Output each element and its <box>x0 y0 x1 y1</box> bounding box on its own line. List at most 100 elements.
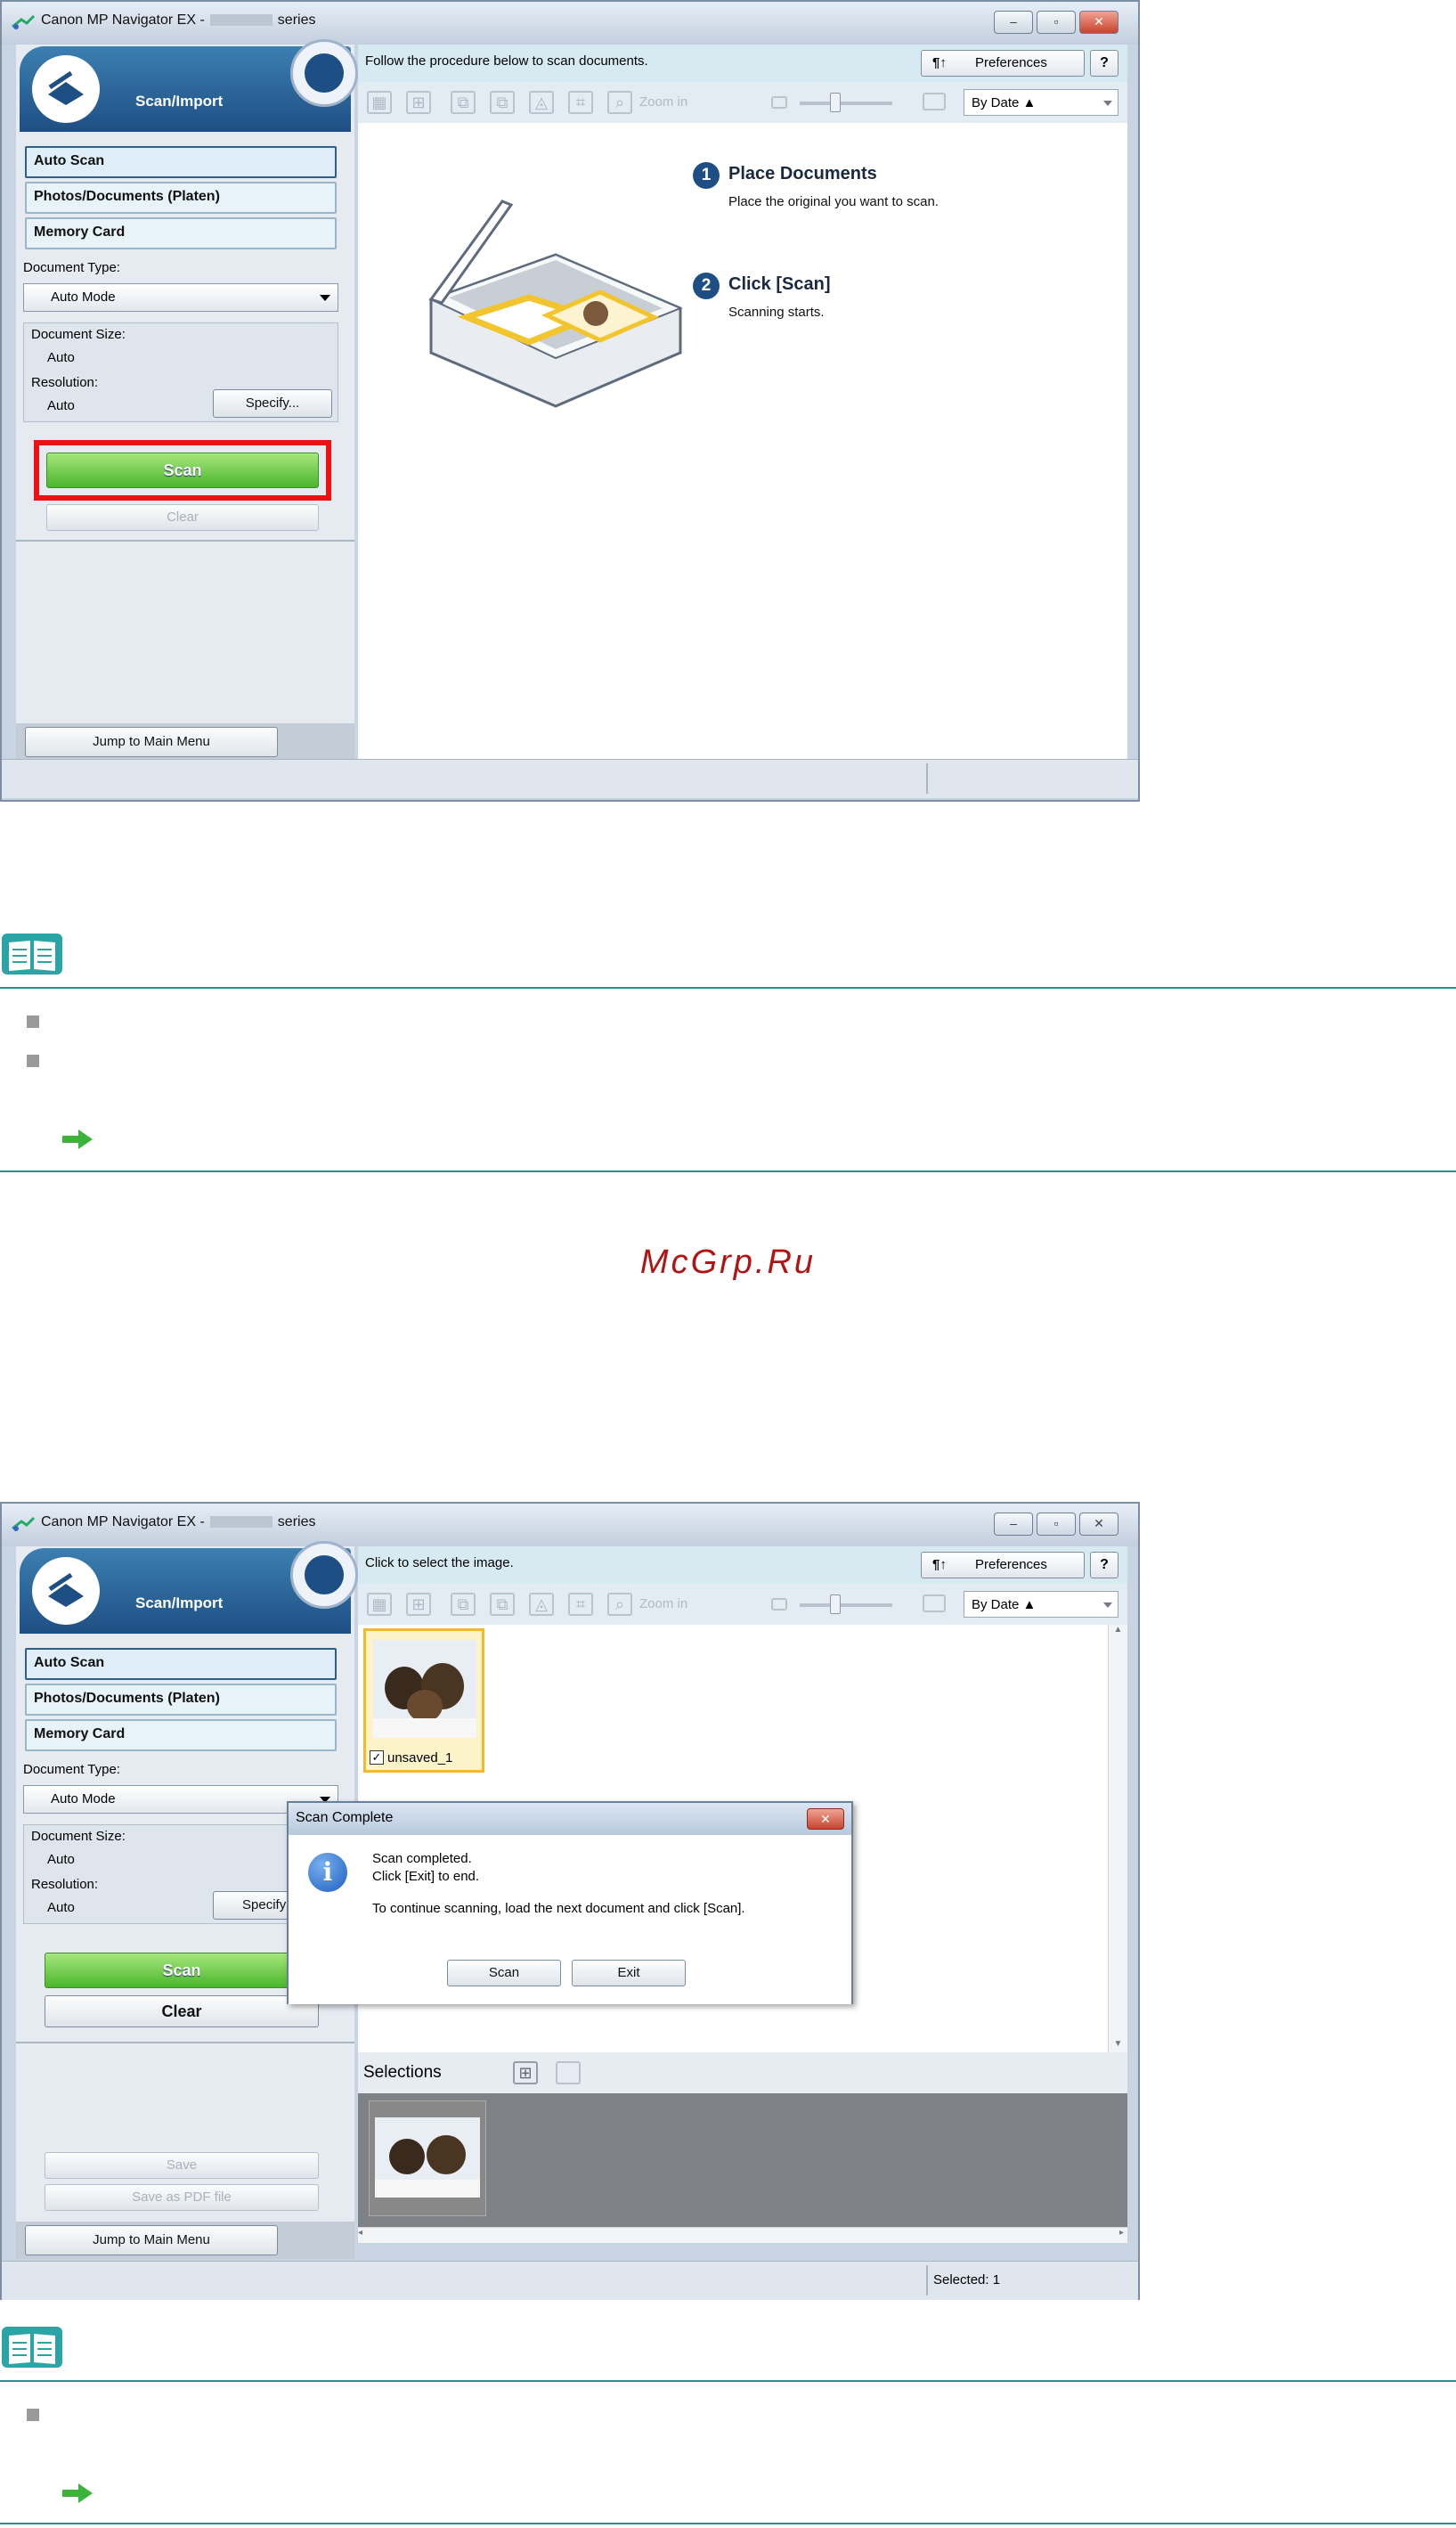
auto-scan-button[interactable]: Auto Scan <box>25 146 337 178</box>
step-2-description: Scanning starts. <box>728 305 825 320</box>
resolution-value: Auto <box>47 398 75 413</box>
document-type-value: Auto Mode <box>51 1791 116 1806</box>
step-1-description: Place the original you want to scan. <box>728 194 939 209</box>
step-2-number: 2 <box>693 273 720 299</box>
scan-button[interactable]: Scan <box>45 1953 319 1988</box>
memory-card-button[interactable]: Memory Card <box>25 1719 337 1751</box>
help-button[interactable]: ? <box>1090 1552 1118 1578</box>
zoom-icon[interactable]: ⌕ <box>607 91 632 114</box>
zoom-icon[interactable]: ⌕ <box>607 1593 632 1616</box>
dialog-close-button[interactable]: ✕ <box>807 1808 844 1830</box>
panel-title: Scan/Import <box>135 1594 224 1611</box>
clear-selection-icon[interactable] <box>556 2061 581 2084</box>
grid-view-icon[interactable]: ⊞ <box>513 2061 538 2084</box>
left-panel: Scan/Import Auto Scan Photos/Documents (… <box>16 39 358 759</box>
slider-handle[interactable] <box>830 93 841 112</box>
save-as-pdf-button[interactable]: Save as PDF file <box>45 2184 319 2211</box>
dialog-scan-button[interactable]: Scan <box>447 1960 561 1986</box>
sort-select[interactable]: By Date ▲ <box>964 1591 1118 1618</box>
scan-settings-box: Document Size: Auto Resolution: Auto Spe… <box>23 322 338 422</box>
note-icon <box>2 934 62 975</box>
document-type-select[interactable]: Auto Mode <box>23 283 338 312</box>
panel-title: Scan/Import <box>135 93 224 110</box>
rotate-left-icon[interactable]: ⧉ <box>451 1593 476 1616</box>
jump-to-main-menu-button[interactable]: Jump to Main Menu <box>25 2225 278 2255</box>
thumbnail-checkbox[interactable]: ✓ <box>370 1750 384 1765</box>
panel-divider <box>16 540 354 542</box>
bullet-icon <box>27 1055 39 1067</box>
horizontal-scrollbar[interactable]: ◂ ▸ <box>358 2227 1127 2243</box>
grid-view-icon[interactable]: ▦ <box>367 91 392 114</box>
selected-thumbnail[interactable] <box>369 2100 486 2216</box>
vertical-scrollbar[interactable]: ▲ ▼ <box>1108 1625 1127 2052</box>
grid-view-icon[interactable]: ▦ <box>367 1593 392 1616</box>
document-size-label: Document Size: <box>31 327 126 342</box>
thumbnail-item[interactable]: ✓ unsaved_1 <box>363 1628 484 1773</box>
document-type-label: Document Type: <box>23 1762 120 1777</box>
crop-icon[interactable]: ⌗ <box>568 1593 593 1616</box>
app-icon <box>12 14 36 29</box>
instruction-bar: Click to select the image. ¶↑ Preferences… <box>358 1546 1127 1584</box>
dialog-line-2: Click [Exit] to end. <box>372 1869 480 1884</box>
dialog-exit-button[interactable]: Exit <box>572 1960 686 1986</box>
globe-icon[interactable] <box>290 1541 358 1609</box>
selections-label: Selections <box>363 2063 442 2082</box>
sort-value: By Date <box>972 1597 1020 1612</box>
rotate-right-icon[interactable]: ⧉ <box>490 91 515 114</box>
app-icon <box>12 1516 36 1531</box>
watermark-text: McGrp.Ru <box>639 1244 817 1281</box>
preferences-button[interactable]: ¶↑ Preferences <box>921 50 1085 77</box>
save-button[interactable]: Save <box>45 2152 319 2179</box>
title-bar: Canon MP Navigator EX - series – ▫ ✕ <box>2 2 1138 45</box>
auto-scan-button[interactable]: Auto Scan <box>25 1648 337 1680</box>
grid-view-alt-icon[interactable]: ⊞ <box>406 91 431 114</box>
mirror-icon[interactable]: ◬ <box>529 1593 554 1616</box>
thumbnail-size-slider[interactable] <box>800 1594 892 1614</box>
rotate-left-icon[interactable]: ⧉ <box>451 91 476 114</box>
status-bar <box>2 759 1138 798</box>
maximize-button[interactable]: ▫ <box>1037 1513 1076 1536</box>
close-button[interactable]: ✕ <box>1079 1513 1118 1536</box>
grid-view-alt-icon[interactable]: ⊞ <box>406 1593 431 1616</box>
help-button[interactable]: ? <box>1090 50 1118 77</box>
sort-asc-icon: ▲ <box>1022 95 1037 110</box>
step-1-title: Place Documents <box>728 164 877 183</box>
selections-bar: Selections ⊞ <box>358 2052 1127 2093</box>
content-area: 1 Place Documents Place the original you… <box>358 123 1127 759</box>
jump-to-main-menu-button[interactable]: Jump to Main Menu <box>25 727 278 757</box>
clear-button[interactable]: Clear <box>46 504 319 531</box>
scan-highlight-box <box>34 440 331 501</box>
preferences-button[interactable]: ¶↑ Preferences <box>921 1552 1085 1578</box>
rotate-right-icon[interactable]: ⧉ <box>490 1593 515 1616</box>
minimize-button[interactable]: – <box>994 1513 1033 1536</box>
minimize-button[interactable]: – <box>994 11 1033 34</box>
large-thumb-icon <box>923 1594 946 1612</box>
scan-complete-dialog: Scan Complete ✕ i Scan completed. Click … <box>287 1801 853 2004</box>
note-bottom-rule <box>0 1170 1456 1172</box>
maximize-button[interactable]: ▫ <box>1037 11 1076 34</box>
sort-value: By Date <box>972 95 1020 110</box>
clear-button[interactable]: Clear <box>45 1995 319 2027</box>
title-bar: Canon MP Navigator EX - series – ▫ ✕ <box>2 1504 1138 1546</box>
dialog-line-3: To continue scanning, load the next docu… <box>372 1901 745 1916</box>
photos-documents-button[interactable]: Photos/Documents (Platen) <box>25 182 337 214</box>
mirror-icon[interactable]: ◬ <box>529 91 554 114</box>
thumbnail-label: unsaved_1 <box>387 1750 453 1766</box>
globe-icon[interactable] <box>290 39 358 107</box>
sort-select[interactable]: By Date ▲ <box>964 89 1118 116</box>
document-size-value: Auto <box>47 1852 75 1867</box>
bullet-icon <box>27 2409 39 2421</box>
photos-documents-button[interactable]: Photos/Documents (Platen) <box>25 1684 337 1716</box>
slider-handle[interactable] <box>830 1594 841 1614</box>
thumbnail-image <box>373 1640 476 1738</box>
memory-card-button[interactable]: Memory Card <box>25 217 337 249</box>
crop-icon[interactable]: ⌗ <box>568 91 593 114</box>
preferences-label: Preferences <box>975 55 1047 70</box>
scanner-icon <box>32 1557 100 1625</box>
close-button[interactable]: ✕ <box>1079 11 1118 34</box>
thumbnail-size-slider[interactable] <box>800 93 892 112</box>
selected-thumbnail-image <box>375 2117 480 2198</box>
status-bar: Selected: 1 <box>2 2261 1138 2300</box>
resolution-value: Auto <box>47 1900 75 1915</box>
specify-button[interactable]: Specify... <box>213 389 332 418</box>
